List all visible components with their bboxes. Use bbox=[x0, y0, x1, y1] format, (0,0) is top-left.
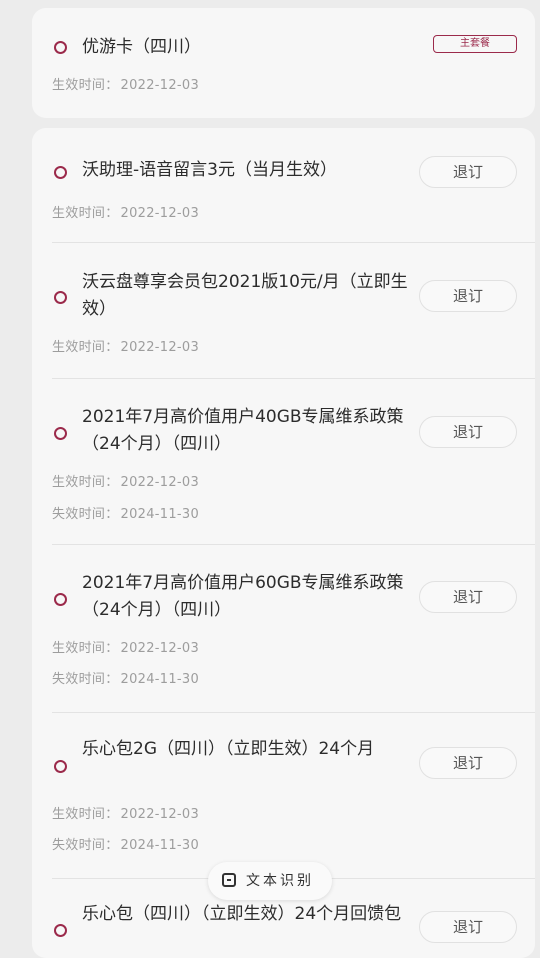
service-bullet-icon bbox=[54, 593, 67, 606]
text-recognition-button[interactable]: 文本识别 bbox=[208, 862, 332, 900]
effective-label: 生效时间： bbox=[52, 641, 119, 656]
expire-label: 失效时间： bbox=[52, 507, 119, 522]
service-bullet-icon bbox=[54, 291, 67, 304]
unsubscribe-button[interactable]: 退订 bbox=[419, 911, 517, 943]
service-bullet-icon bbox=[54, 924, 67, 937]
expire-date: 2024-11-30 bbox=[120, 672, 200, 687]
service-effective: 生效时间： 2022-12-03 bbox=[52, 202, 199, 221]
service-effective: 生效时间： 2022-12-03 bbox=[52, 471, 199, 490]
expire-label: 失效时间： bbox=[52, 672, 119, 687]
divider bbox=[52, 544, 535, 545]
service-expire: 失效时间： 2024-11-30 bbox=[52, 834, 199, 853]
effective-date: 2022-12-03 bbox=[120, 206, 200, 221]
effective-label: 生效时间： bbox=[52, 475, 119, 490]
expire-date: 2024-11-30 bbox=[120, 838, 200, 853]
effective-date: 2022-12-03 bbox=[120, 807, 200, 822]
divider bbox=[52, 712, 535, 713]
services-card: 沃助理-语音留言3元（当月生效） 退订 生效时间： 2022-12-03 沃云盘尊… bbox=[32, 128, 535, 958]
unsubscribe-button[interactable]: 退订 bbox=[419, 156, 517, 188]
main-plan-bullet-icon bbox=[54, 41, 67, 54]
service-effective: 生效时间： 2022-12-03 bbox=[52, 803, 199, 822]
unsubscribe-button[interactable]: 退订 bbox=[419, 747, 517, 779]
effective-date: 2022-12-03 bbox=[120, 78, 200, 93]
scan-icon bbox=[222, 873, 236, 887]
service-name: 沃云盘尊享会员包2021版10元/月（立即生效） bbox=[82, 272, 408, 319]
unsubscribe-button[interactable]: 退订 bbox=[419, 416, 517, 448]
divider bbox=[52, 378, 535, 379]
service-effective: 生效时间： 2022-12-03 bbox=[52, 336, 199, 355]
service-bullet-icon bbox=[54, 166, 67, 179]
text-recognition-label: 文本识别 bbox=[246, 873, 314, 889]
service-expire: 失效时间： 2024-11-30 bbox=[52, 668, 199, 687]
service-effective: 生效时间： 2022-12-03 bbox=[52, 637, 199, 656]
effective-label: 生效时间： bbox=[52, 206, 119, 221]
service-bullet-icon bbox=[54, 760, 67, 773]
service-name: 乐心包2G（四川）（立即生效）24个月 bbox=[82, 739, 375, 759]
main-plan-badge: 主套餐 bbox=[433, 35, 517, 53]
main-plan-card: 优游卡（四川） 主套餐 生效时间： 2022-12-03 bbox=[32, 8, 535, 118]
divider bbox=[52, 242, 535, 243]
service-name: 乐心包（四川）（立即生效）24个月回馈包 bbox=[82, 904, 402, 924]
unsubscribe-button[interactable]: 退订 bbox=[419, 280, 517, 312]
effective-label: 生效时间： bbox=[52, 78, 119, 93]
service-name: 2021年7月高价值用户40GB专属维系政策（24个月）（四川） bbox=[82, 407, 404, 454]
main-plan-name: 优游卡（四川） bbox=[82, 37, 201, 57]
service-bullet-icon bbox=[54, 427, 67, 440]
service-expire: 失效时间： 2024-11-30 bbox=[52, 503, 199, 522]
expire-date: 2024-11-30 bbox=[120, 507, 200, 522]
effective-label: 生效时间： bbox=[52, 807, 119, 822]
effective-label: 生效时间： bbox=[52, 340, 119, 355]
effective-date: 2022-12-03 bbox=[120, 641, 200, 656]
effective-date: 2022-12-03 bbox=[120, 340, 200, 355]
service-name: 2021年7月高价值用户60GB专属维系政策（24个月）（四川） bbox=[82, 573, 404, 620]
service-name: 沃助理-语音留言3元（当月生效） bbox=[82, 160, 337, 180]
expire-label: 失效时间： bbox=[52, 838, 119, 853]
unsubscribe-button[interactable]: 退订 bbox=[419, 581, 517, 613]
main-plan-effective: 生效时间： 2022-12-03 bbox=[52, 74, 199, 93]
effective-date: 2022-12-03 bbox=[120, 475, 200, 490]
